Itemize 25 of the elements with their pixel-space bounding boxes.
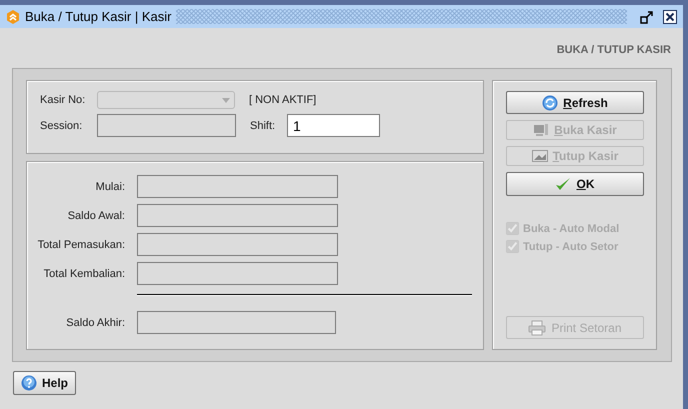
- image-icon: [532, 150, 548, 162]
- window-title: Buka / Tutup Kasir | Kasir: [25, 9, 172, 24]
- app-logo-icon: [6, 10, 20, 24]
- caret-icon: [222, 98, 230, 102]
- close-icon[interactable]: [663, 10, 677, 24]
- field-label: Session:: [40, 120, 84, 132]
- field-label: Shift:: [250, 120, 276, 132]
- field-label: Total Kembalian:: [42, 268, 125, 280]
- checkmark-icon: [555, 176, 572, 192]
- field-label: Mulai:: [94, 180, 125, 192]
- field-label: Saldo Akhir:: [65, 316, 125, 328]
- help-icon: [20, 375, 37, 391]
- computer-icon: [533, 123, 550, 137]
- refresh-icon: [542, 94, 558, 110]
- field-label: Total Pemasukan:: [36, 238, 125, 250]
- status-text: [ NON AKTIF]: [249, 94, 316, 106]
- field-label: Saldo Awal:: [66, 210, 125, 222]
- shift-field[interactable]: 1: [287, 114, 380, 137]
- form-heading: BUKA / TUTUP KASIR: [556, 44, 671, 52]
- ok-button[interactable]: OK: [506, 172, 644, 196]
- help-button[interactable]: Help: [13, 371, 76, 395]
- refresh-button[interactable]: Refresh: [506, 91, 644, 114]
- field-label: Kasir No:: [40, 94, 86, 106]
- printer-icon: [528, 320, 546, 336]
- restore-icon[interactable]: [640, 10, 654, 24]
